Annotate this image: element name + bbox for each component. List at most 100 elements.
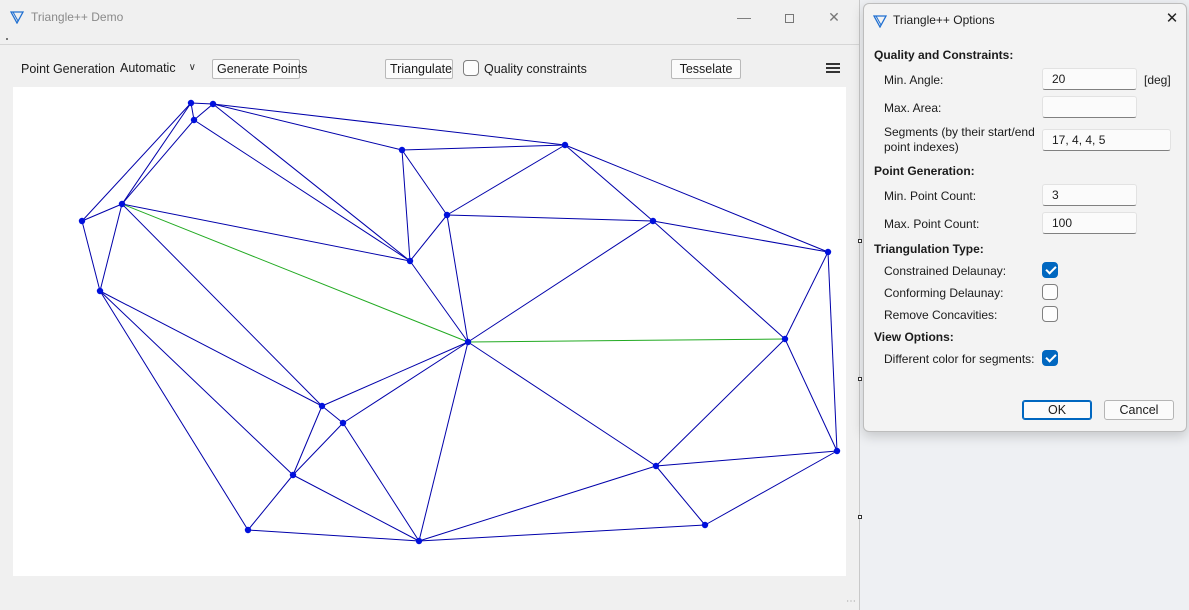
point-generation-select[interactable]: Automatic ∨ (117, 58, 202, 78)
triangulate-button[interactable]: Triangulate (385, 59, 453, 79)
resize-handle[interactable] (858, 515, 862, 519)
mesh-edge (292, 405, 323, 476)
section-view-options: View Options: (874, 330, 954, 344)
tesselate-button[interactable]: Tesselate (671, 59, 741, 79)
mesh-edge (704, 450, 838, 526)
mesh-edge (342, 422, 420, 542)
max-area-input[interactable] (1042, 96, 1137, 118)
chevron-down-icon: ∨ (188, 62, 196, 73)
segments-input[interactable]: 17, 4, 4, 5 (1042, 129, 1171, 151)
quality-constraints-checkbox[interactable] (463, 60, 479, 76)
divider (0, 44, 859, 45)
mesh-vertex[interactable] (209, 100, 217, 108)
mesh-edge (401, 149, 411, 262)
constrained-delaunay-checkbox[interactable] (1042, 262, 1058, 278)
segment-color-checkbox[interactable] (1042, 350, 1058, 366)
mesh-vertex[interactable] (464, 338, 472, 346)
mesh-vertex[interactable] (190, 116, 198, 124)
mesh-edge (190, 102, 214, 105)
mesh-vertex[interactable] (824, 248, 832, 256)
min-angle-unit: [deg] (1144, 73, 1171, 87)
mesh-drawing (78, 99, 841, 545)
mesh-edge (467, 220, 654, 343)
mesh-vertex[interactable] (443, 211, 451, 219)
mesh-edge (212, 103, 566, 146)
mesh-vertex[interactable] (118, 200, 126, 208)
mesh-vertex[interactable] (833, 447, 841, 455)
mesh-vertex[interactable] (244, 526, 252, 534)
mesh-edge (418, 341, 469, 542)
mesh-edge (446, 214, 469, 343)
mesh-edge (409, 260, 469, 343)
constraint-segment (467, 338, 786, 343)
mesh-edge (99, 290, 323, 407)
min-angle-input[interactable]: 20 (1042, 68, 1137, 90)
mesh-vertex[interactable] (561, 141, 569, 149)
hamburger-menu-icon[interactable] (826, 61, 840, 75)
mesh-edge (827, 251, 838, 452)
min-point-count-input[interactable]: 3 (1042, 184, 1137, 206)
mesh-edge (467, 341, 657, 467)
mesh-vertex[interactable] (78, 217, 86, 225)
max-point-count-label: Max. Point Count: (884, 217, 980, 231)
minimize-icon[interactable]: — (730, 6, 758, 28)
mesh-edge (121, 119, 195, 205)
close-icon[interactable]: ✕ (820, 6, 848, 28)
section-quality: Quality and Constraints: (874, 48, 1014, 62)
app-logo-icon (873, 15, 887, 28)
cancel-button[interactable]: Cancel (1104, 400, 1174, 420)
mesh-vertex[interactable] (652, 462, 660, 470)
resize-handle[interactable] (858, 239, 862, 243)
remove-concavities-checkbox[interactable] (1042, 306, 1058, 322)
mesh-vertex[interactable] (398, 146, 406, 154)
ok-button[interactable]: OK (1022, 400, 1092, 420)
resize-handle[interactable] (858, 377, 862, 381)
mesh-vertex[interactable] (289, 471, 297, 479)
mesh-edge (784, 251, 829, 340)
mesh-vertex[interactable] (318, 402, 326, 410)
generate-points-button[interactable]: Generate Points (212, 59, 307, 79)
mesh-edge (652, 220, 786, 340)
title-bar: Triangle++ Demo — ✕ (0, 0, 859, 36)
segments-label-line2: point indexes) (884, 140, 959, 154)
mesh-edge (401, 144, 566, 151)
mesh-vertex[interactable] (701, 521, 709, 529)
remove-concavities-label: Remove Concavities: (884, 308, 998, 322)
mesh-edge (342, 341, 469, 424)
constrained-delaunay-label: Constrained Delaunay: (884, 264, 1007, 278)
mesh-vertex[interactable] (415, 537, 423, 545)
mesh-edge (292, 422, 344, 476)
segment-color-label: Different color for segments: (884, 352, 1035, 366)
mesh-edge (409, 214, 448, 262)
menu-handle (6, 38, 8, 40)
max-point-count-input[interactable]: 100 (1042, 212, 1137, 234)
min-point-count-label: Min. Point Count: (884, 189, 977, 203)
triangulation-canvas[interactable] (13, 87, 846, 576)
mesh-edge (99, 203, 123, 292)
mesh-vertex[interactable] (96, 287, 104, 295)
mesh-vertex[interactable] (406, 257, 414, 265)
mesh-vertex[interactable] (187, 99, 195, 107)
section-point-generation: Point Generation: (874, 164, 975, 178)
mesh-edge (247, 474, 294, 531)
section-triangulation-type: Triangulation Type: (874, 242, 984, 256)
maximize-icon[interactable] (775, 6, 803, 28)
mesh-edge (655, 338, 786, 467)
mesh-edge (247, 529, 420, 542)
mesh-vertex[interactable] (781, 335, 789, 343)
point-generation-value: Automatic (120, 61, 176, 75)
mesh-vertex[interactable] (649, 217, 657, 225)
mesh-edge (81, 102, 192, 222)
conforming-delaunay-checkbox[interactable] (1042, 284, 1058, 300)
mesh-edge (321, 341, 469, 407)
mesh-vertex[interactable] (339, 419, 347, 427)
close-icon[interactable]: ✕ (1162, 9, 1182, 29)
resize-grip-icon[interactable]: ⋯ (846, 596, 856, 607)
conforming-delaunay-label: Conforming Delaunay: (884, 286, 1004, 300)
mesh-edge (564, 144, 829, 253)
toolbar: Point Generation Automatic ∨ Generate Po… (0, 56, 860, 82)
mesh-edge (652, 220, 829, 253)
mesh-edge (81, 203, 123, 222)
mesh-edge (401, 149, 448, 216)
quality-constraints-label[interactable]: Quality constraints (484, 62, 587, 76)
